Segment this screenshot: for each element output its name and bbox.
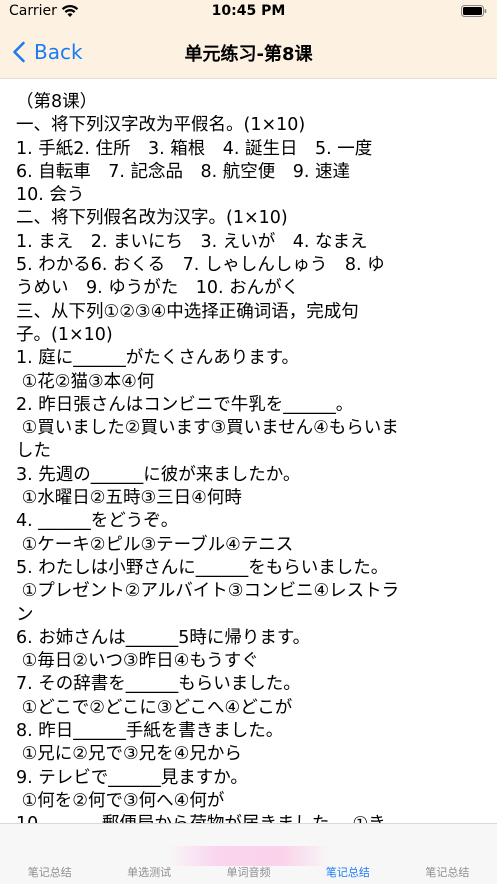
text-line: 子。(1×10) bbox=[16, 324, 113, 345]
text-line: ①水曜日②五時③三日④何時 bbox=[16, 488, 242, 509]
text-line: ン bbox=[16, 604, 34, 625]
tab-label: 单选测试 bbox=[127, 866, 172, 879]
text-line: ①何を②何で③何へ④何が bbox=[16, 790, 225, 811]
text-line: 5. わかる6. おくる 7. しゃしんしゅう 8. ゆ bbox=[16, 255, 385, 276]
text-line: 4. ______をどうぞ。 bbox=[16, 511, 179, 532]
text-line: 二、将下列假名改为汉字。(1×10) bbox=[16, 208, 288, 229]
text-line: 一、将下列汉字改为平假名。(1×10) bbox=[16, 115, 306, 136]
battery-icon bbox=[461, 5, 487, 17]
text-line: 1. 手紙2. 住所 3. 箱根 4. 誕生日 5. 一度 bbox=[16, 138, 373, 159]
text-line: 5. わたしは小野さんに______をもらいました。 bbox=[16, 557, 389, 578]
text-line: 2. 昨日張さんはコンビニで牛乳を______。 bbox=[16, 394, 354, 415]
text-line: 9. テレビで______見ますか。 bbox=[16, 767, 248, 788]
text-line: 三、从下列①②③④中选择正确词语，完成句 bbox=[16, 301, 359, 322]
tab-4[interactable]: 笔记总结 bbox=[298, 824, 397, 884]
tab-bar: 笔记总结 单选测试 单词音频 笔记总结 笔记总结 bbox=[0, 823, 497, 884]
navigation-bar: Back 单元练习-第8课 bbox=[0, 26, 497, 79]
status-time: 10:45 PM bbox=[211, 3, 286, 19]
lesson-content[interactable]: （第8课） 一、将下列汉字改为平假名。(1×10) 1. 手紙2. 住所 3. 箱根… bbox=[0, 79, 497, 823]
tab-label: 笔记总结 bbox=[325, 866, 370, 879]
page-title: 单元练习-第8课 bbox=[184, 44, 313, 65]
text-line: 6. 自転車 7. 記念品 8. 航空便 9. 速達 bbox=[16, 161, 351, 182]
text-line: ①花②猫③本④何 bbox=[16, 371, 155, 392]
tab-label: 笔记总结 bbox=[425, 866, 470, 879]
text-line: ①どこで②どこに③どこへ④どこが bbox=[16, 697, 293, 718]
text-line: ①ケーキ②ピル③テーブル④テニス bbox=[16, 534, 294, 555]
text-line: ①買いました②買います③買いません④もらいま bbox=[16, 418, 399, 439]
tab-3[interactable]: 单词音频 bbox=[168, 824, 329, 884]
text-line: ①プレゼント②アルバイト③コンビニ④レストラ bbox=[16, 581, 400, 602]
text-line: うめい 9. ゆうがた 10. おんがく bbox=[16, 278, 300, 299]
text-line: 1. まえ 2. まいにち 3. えいが 4. なまえ bbox=[16, 231, 368, 252]
text-line: 10. ______郵便局から荷物が届きました。 ①き bbox=[16, 813, 485, 823]
tab-1[interactable]: 笔记总结 bbox=[0, 824, 99, 884]
status-bar: Carrier 10:45 PM bbox=[0, 0, 497, 26]
text-line: した bbox=[16, 441, 51, 462]
text-line: ①毎日②いつ③昨日④もうすぐ bbox=[16, 651, 259, 672]
text-line: 6. お姉さんは______5時に帰ります。 bbox=[16, 627, 311, 648]
text-line: 3. 先週の______に彼が来ましたか。 bbox=[16, 464, 301, 485]
text-line: 1. 庭に______がたくさんあります。 bbox=[16, 348, 300, 369]
tab-5[interactable]: 笔记总结 bbox=[398, 824, 497, 884]
text-line: （第8课） bbox=[16, 92, 98, 112]
tab-label: 笔记总结 bbox=[27, 866, 72, 879]
text-line: 8. 昨日______手紙を書きました。 bbox=[16, 721, 284, 742]
text-line: ①兄に②兄で③兄を④兄から bbox=[16, 744, 242, 765]
exercise-text: （第8课） 一、将下列汉字改为平假名。(1×10) 1. 手紙2. 住所 3. 箱根… bbox=[0, 79, 497, 823]
text-line: 10. 会う bbox=[16, 185, 85, 206]
text-line: 7. その辞書を______もらいました。 bbox=[16, 674, 301, 695]
tab-label: 单词音频 bbox=[226, 866, 271, 879]
